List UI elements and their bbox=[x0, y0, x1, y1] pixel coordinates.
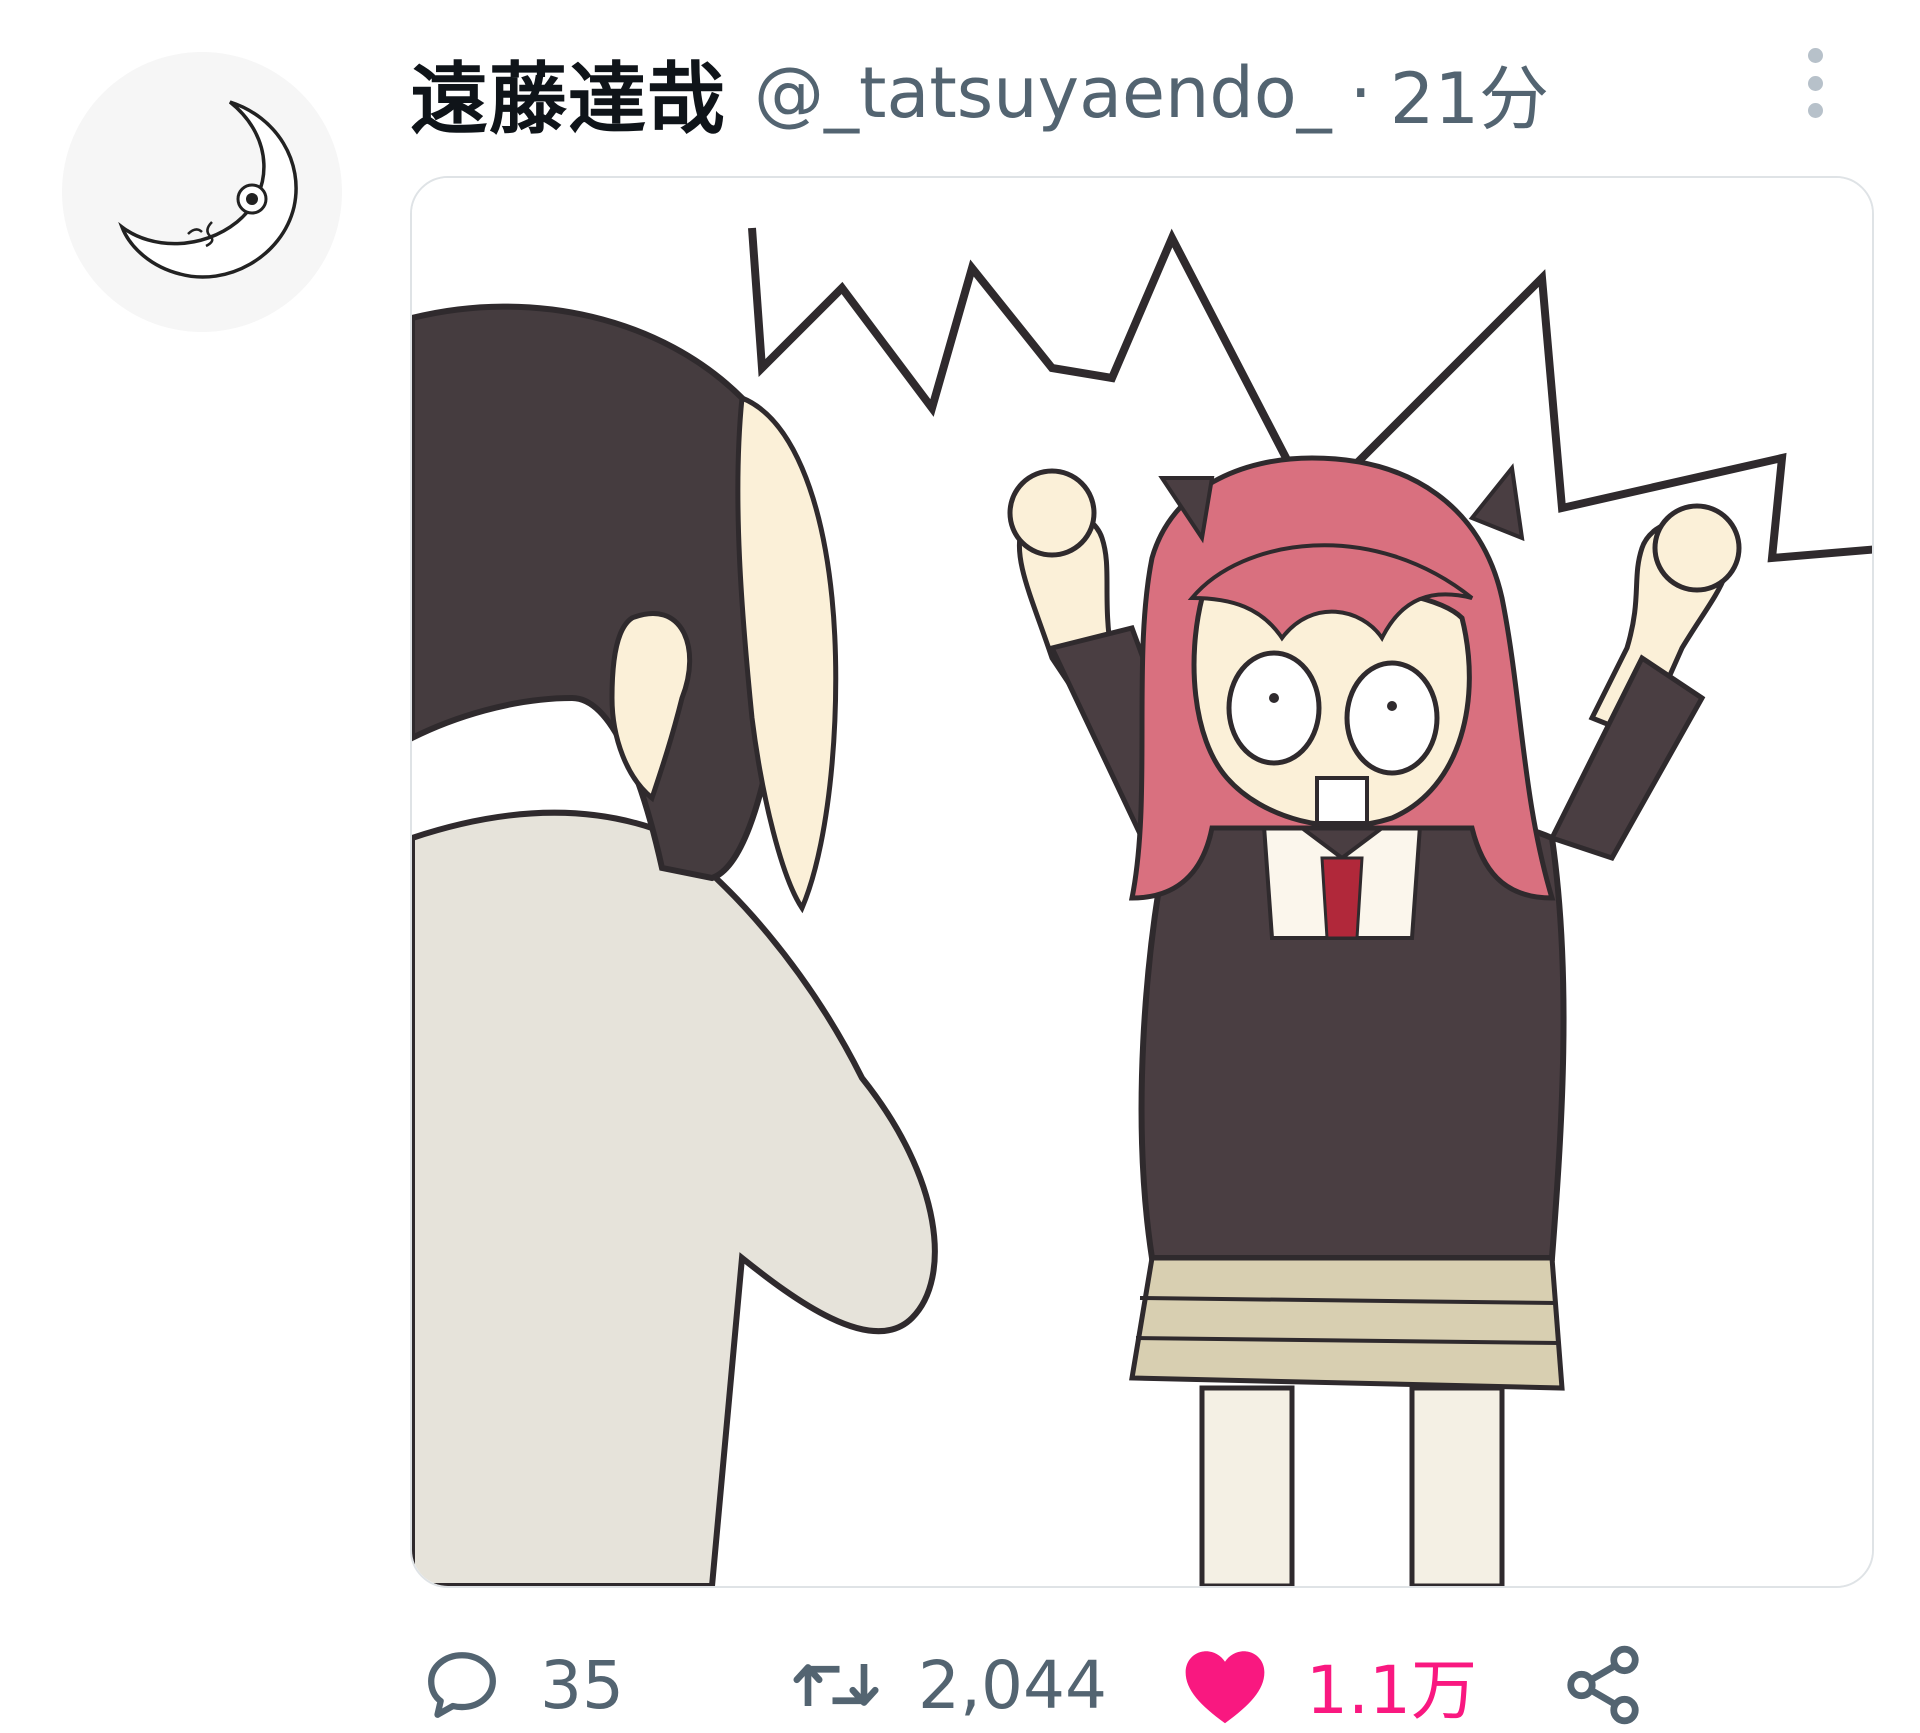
reply-button[interactable]: 35 bbox=[420, 1640, 624, 1730]
share-button[interactable] bbox=[1560, 1640, 1646, 1730]
reply-icon bbox=[428, 1652, 496, 1718]
like-count: 1.1万 bbox=[1306, 1652, 1477, 1729]
author-name[interactable]: 遠藤達哉 bbox=[410, 37, 726, 149]
illustration-art bbox=[412, 178, 1872, 1586]
share-icon bbox=[1567, 1645, 1639, 1725]
tweet-action-bar: 35 2,044 1.1万 bbox=[0, 1640, 1920, 1730]
retweet-button[interactable]: 2,044 bbox=[790, 1640, 1107, 1730]
like-button[interactable]: 1.1万 bbox=[1180, 1640, 1477, 1730]
tweet-media-image[interactable] bbox=[410, 176, 1874, 1588]
author-avatar[interactable] bbox=[62, 52, 342, 332]
retweet-icon bbox=[793, 1664, 879, 1706]
separator-dot: · bbox=[1349, 52, 1372, 134]
crescent-moon-avatar-art bbox=[118, 100, 298, 279]
retweet-count: 2,044 bbox=[918, 1646, 1107, 1724]
reply-count: 35 bbox=[540, 1646, 624, 1724]
tweet-timestamp[interactable]: 21分 bbox=[1390, 43, 1549, 144]
more-vertical-icon[interactable] bbox=[1790, 48, 1840, 118]
author-handle[interactable]: @_tatsuyaendo_ bbox=[754, 52, 1332, 134]
heart-icon bbox=[1185, 1651, 1265, 1724]
tweet-header: 遠藤達哉 @_tatsuyaendo_ · 21分 bbox=[410, 38, 1549, 148]
